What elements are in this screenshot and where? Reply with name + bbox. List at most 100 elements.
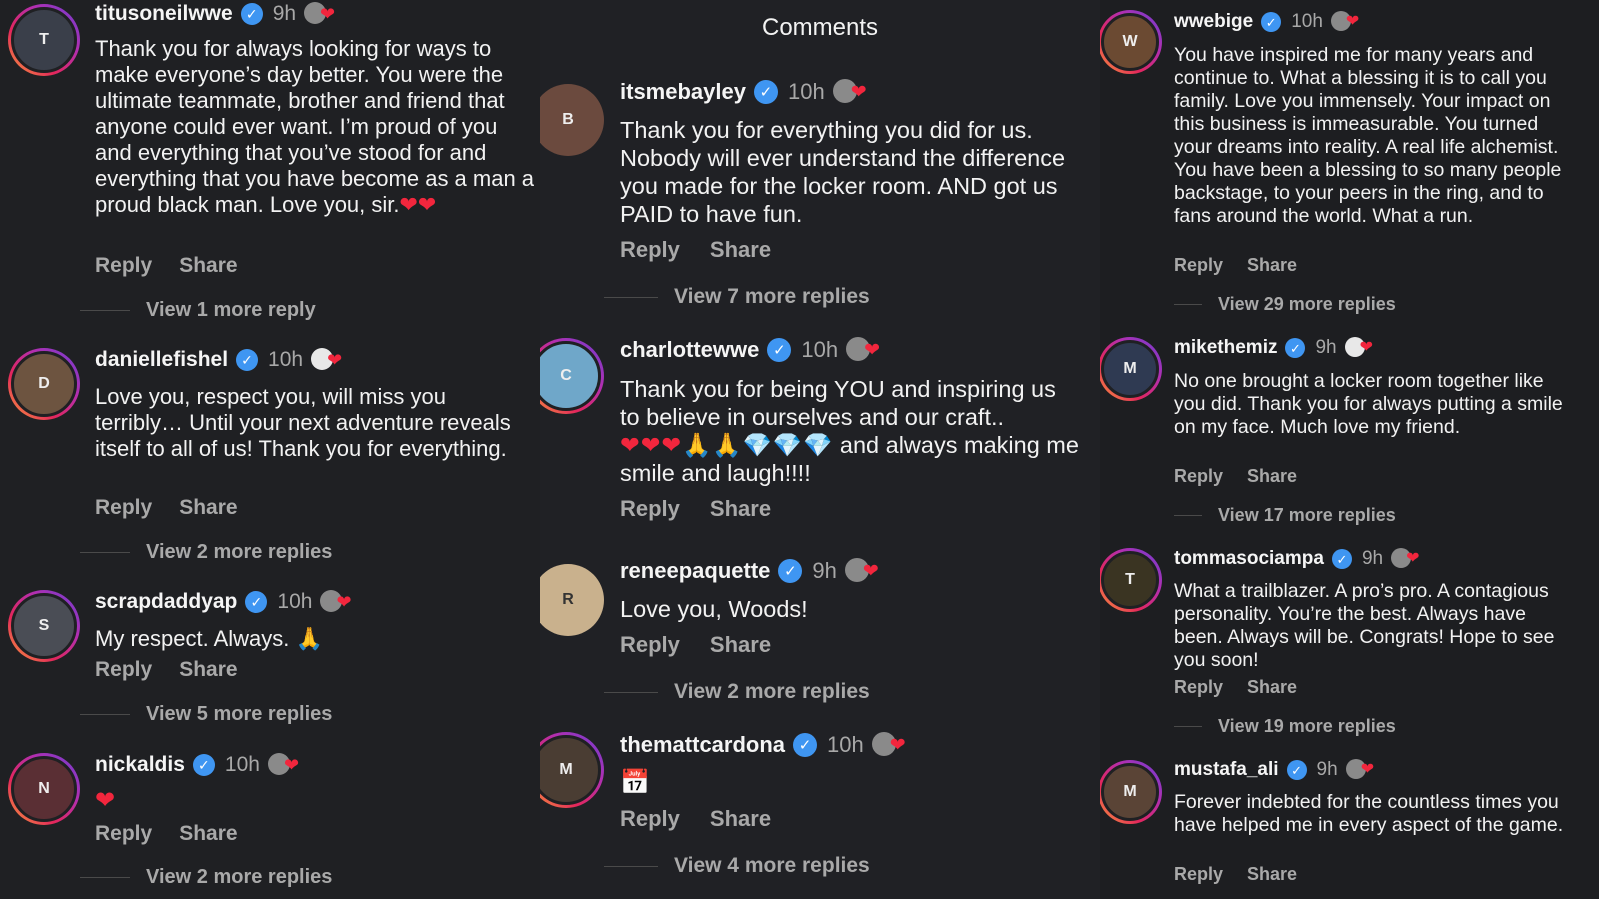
comment-text: Love you, respect you, will miss you ter… — [95, 384, 517, 461]
reply-button[interactable]: Reply — [95, 254, 152, 278]
avatar[interactable]: R — [540, 564, 604, 636]
comment-header: scrapdaddyap ✓ 10h ❤ — [95, 590, 354, 614]
comment-actions: Reply Share — [1174, 677, 1297, 698]
divider-line — [1174, 515, 1202, 516]
view-replies-text: View 2 more replies — [674, 680, 870, 703]
comment-header: mikethemiz ✓ 9h ❤ — [1174, 337, 1377, 359]
avatar[interactable]: M — [1100, 337, 1162, 401]
verified-badge-icon: ✓ — [1285, 338, 1306, 358]
username[interactable]: nickaldis — [95, 753, 185, 777]
reply-button[interactable]: Reply — [620, 806, 680, 832]
creator-heart-icon: ❤ — [267, 753, 302, 777]
username[interactable]: mikethemiz — [1174, 337, 1277, 359]
reply-button[interactable]: Reply — [1174, 864, 1223, 885]
view-replies-link[interactable]: View 2 more replies — [604, 680, 870, 704]
reply-button[interactable]: Reply — [1174, 466, 1223, 487]
reply-button[interactable]: Reply — [95, 496, 152, 520]
username[interactable]: itsmebayley — [620, 79, 746, 105]
share-button[interactable]: Share — [710, 806, 771, 832]
avatar[interactable]: M — [1100, 760, 1162, 824]
view-replies-link[interactable]: View 5 more replies — [80, 703, 332, 726]
share-button[interactable]: Share — [710, 632, 771, 658]
comment-text: My respect. Always. 🙏 — [95, 626, 525, 652]
comment-header: reneepaquette ✓ 9h ❤ — [620, 558, 881, 584]
share-button[interactable]: Share — [710, 496, 771, 522]
view-replies-link[interactable]: View 29 more replies — [1174, 294, 1396, 315]
divider-line — [604, 296, 658, 298]
avatar[interactable]: C — [540, 338, 604, 414]
comment-actions: Reply Share — [620, 496, 771, 522]
view-replies-text: View 5 more replies — [146, 703, 333, 725]
username[interactable]: wwebige — [1174, 11, 1253, 33]
reply-button[interactable]: Reply — [620, 237, 680, 263]
comment-text-content: Thank you for being YOU and inspiring us… — [620, 376, 1063, 430]
username[interactable]: tommasociampa — [1174, 548, 1324, 570]
comment-header: nickaldis ✓ 10h ❤ — [95, 753, 302, 777]
comment-header: mustafa_ali ✓ 9h ❤ — [1174, 759, 1378, 781]
view-replies-text: View 7 more replies — [674, 285, 870, 308]
view-replies-link[interactable]: View 2 more replies — [80, 541, 332, 564]
comments-column-2: Comments B itsmebayley ✓ 10h ❤ Thank you… — [540, 0, 1100, 899]
share-button[interactable]: Share — [179, 658, 237, 682]
share-button[interactable]: Share — [179, 822, 237, 846]
creator-heart-icon: ❤ — [846, 337, 882, 363]
avatar[interactable]: B — [540, 84, 604, 156]
comments-column-3: W wwebige ✓ 10h ❤ You have inspired me f… — [1100, 0, 1599, 899]
comment-header: tommasociampa ✓ 9h ❤ — [1174, 548, 1423, 570]
avatar[interactable]: D — [8, 348, 80, 420]
heart-emoji: ❤❤ — [399, 192, 437, 217]
avatar[interactable]: N — [8, 753, 80, 825]
divider-line — [80, 310, 130, 311]
verified-badge-icon: ✓ — [1286, 760, 1307, 780]
view-replies-link[interactable]: View 2 more replies — [80, 866, 332, 889]
username[interactable]: reneepaquette — [620, 558, 770, 584]
share-button[interactable]: Share — [1247, 466, 1297, 487]
view-replies-link[interactable]: View 1 more reply — [80, 299, 316, 322]
share-button[interactable]: Share — [179, 254, 237, 278]
username[interactable]: mustafa_ali — [1174, 759, 1279, 781]
verified-badge-icon: ✓ — [1331, 549, 1352, 569]
page-title: Comments — [761, 14, 879, 41]
avatar[interactable]: T — [1100, 548, 1162, 612]
view-replies-text: View 2 more replies — [146, 541, 333, 563]
view-replies-link[interactable]: View 17 more replies — [1174, 505, 1396, 526]
view-replies-link[interactable]: View 19 more replies — [1174, 716, 1396, 737]
share-button[interactable]: Share — [710, 237, 771, 263]
view-replies-link[interactable]: View 4 more replies — [604, 854, 870, 878]
creator-heart-icon: ❤ — [1330, 11, 1363, 33]
divider-line — [604, 865, 658, 867]
comment-text: No one brought a locker room together li… — [1174, 370, 1569, 438]
username[interactable]: charlottewwe — [620, 337, 759, 363]
reply-button[interactable]: Reply — [620, 496, 680, 522]
share-button[interactable]: Share — [179, 496, 237, 520]
reply-button[interactable]: Reply — [95, 822, 152, 846]
comment-text: What a trailblazer. A pro’s pro. A conta… — [1174, 580, 1560, 671]
verified-badge-icon: ✓ — [767, 338, 792, 362]
reply-button[interactable]: Reply — [1174, 255, 1223, 276]
share-button[interactable]: Share — [1247, 864, 1297, 885]
username[interactable]: scrapdaddyap — [95, 590, 237, 614]
timestamp: 9h — [1315, 337, 1337, 358]
timestamp: 10h — [787, 79, 825, 104]
creator-heart-icon: ❤ — [871, 732, 908, 758]
reply-button[interactable]: Reply — [95, 658, 152, 682]
comment-actions: Reply Share — [95, 496, 238, 520]
share-button[interactable]: Share — [1247, 255, 1297, 276]
reply-button[interactable]: Reply — [620, 632, 680, 658]
view-replies-link[interactable]: View 7 more replies — [604, 285, 870, 309]
avatar[interactable]: S — [8, 590, 80, 662]
avatar[interactable]: W — [1100, 10, 1162, 74]
username[interactable]: daniellefishel — [95, 348, 228, 372]
timestamp: 10h — [268, 348, 304, 371]
divider-line — [80, 714, 130, 715]
comment-actions: Reply Share — [1174, 864, 1297, 885]
username[interactable]: themattcardona — [620, 732, 785, 758]
comment-actions: Reply Share — [95, 254, 238, 278]
divider-line — [1174, 304, 1202, 305]
avatar[interactable]: T — [8, 4, 80, 76]
share-button[interactable]: Share — [1247, 677, 1297, 698]
avatar[interactable]: M — [540, 732, 604, 808]
username[interactable]: titusoneilwwe — [95, 2, 233, 26]
reply-button[interactable]: Reply — [1174, 677, 1223, 698]
verified-badge-icon: ✓ — [236, 349, 259, 371]
